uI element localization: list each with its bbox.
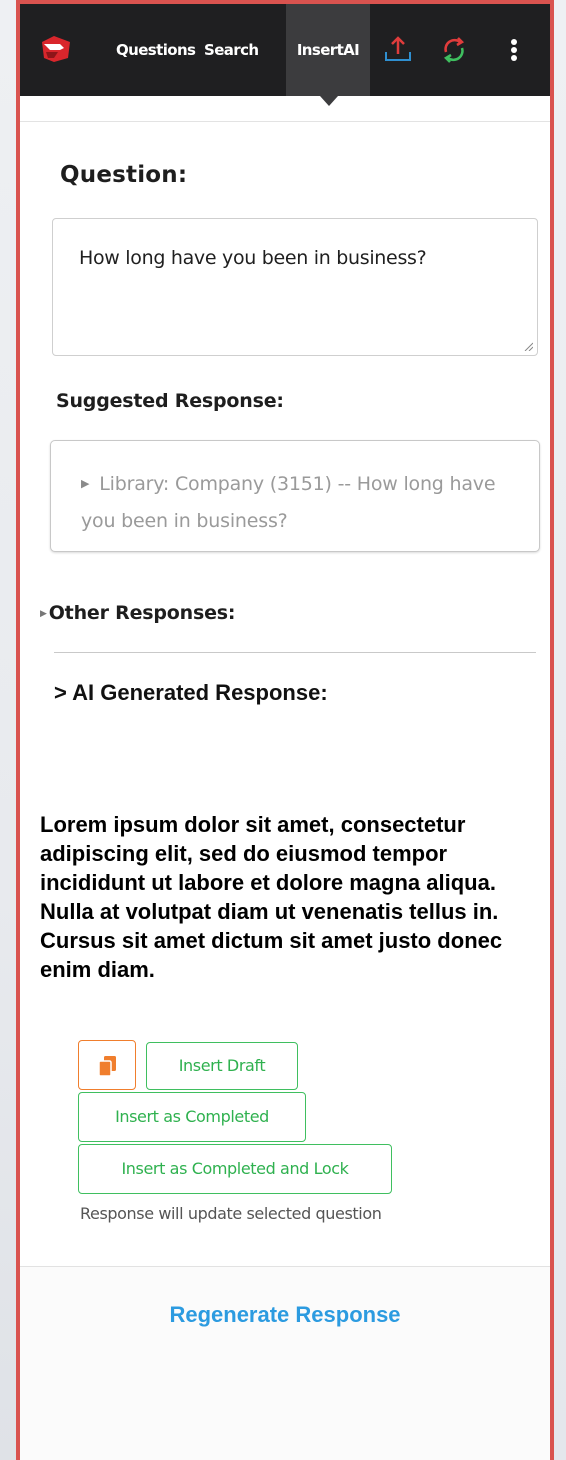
page-background-left	[0, 0, 16, 1460]
upload-icon[interactable]	[382, 34, 414, 66]
other-responses-heading: Other Responses:	[48, 602, 236, 624]
question-heading: Question:	[60, 162, 188, 188]
insertai-panel: Questions Search InsertAI Question: How …	[16, 0, 554, 1460]
suggested-response-text: Library: Company (3151) -- How long have…	[81, 473, 496, 532]
question-textarea[interactable]: How long have you been in business?	[52, 218, 538, 356]
app-logo-icon[interactable]	[36, 28, 76, 68]
suggested-response-box[interactable]: ▶ Library: Company (3151) -- How long hav…	[50, 440, 540, 552]
resize-grip-icon[interactable]	[523, 341, 533, 351]
nav-separator	[20, 96, 550, 122]
insert-draft-button[interactable]: Insert Draft	[146, 1042, 298, 1090]
suggested-response-heading: Suggested Response:	[56, 390, 284, 412]
regenerate-response-link[interactable]: Regenerate Response	[20, 1302, 550, 1328]
nav-tab-search[interactable]: Search	[204, 4, 259, 96]
copy-icon	[98, 1056, 116, 1077]
insert-completed-button[interactable]: Insert as Completed	[78, 1092, 306, 1142]
nav-tab-insertai[interactable]: InsertAI	[286, 4, 370, 96]
ai-response-text: Lorem ipsum dolor sit amet, consectetur …	[40, 812, 503, 982]
footer-bar	[20, 1266, 550, 1460]
refresh-icon[interactable]	[438, 34, 470, 66]
other-responses-toggle[interactable]: ▶ Other Responses:	[40, 602, 235, 624]
collapse-arrow-icon: ▶	[40, 609, 47, 619]
expand-arrow-icon[interactable]: ▶	[81, 477, 89, 490]
top-nav-bar: Questions Search InsertAI	[20, 4, 550, 96]
nav-tab-questions[interactable]: Questions	[116, 4, 196, 96]
question-text: How long have you been in business?	[79, 247, 427, 269]
copy-button[interactable]	[78, 1040, 136, 1090]
more-vertical-icon[interactable]	[498, 34, 530, 66]
section-divider	[54, 652, 536, 653]
update-note: Response will update selected question	[80, 1204, 382, 1223]
insert-completed-lock-button[interactable]: Insert as Completed and Lock	[78, 1144, 392, 1194]
ai-response-heading[interactable]: > AI Generated Response:	[54, 680, 328, 706]
page-background-right	[554, 0, 566, 1460]
